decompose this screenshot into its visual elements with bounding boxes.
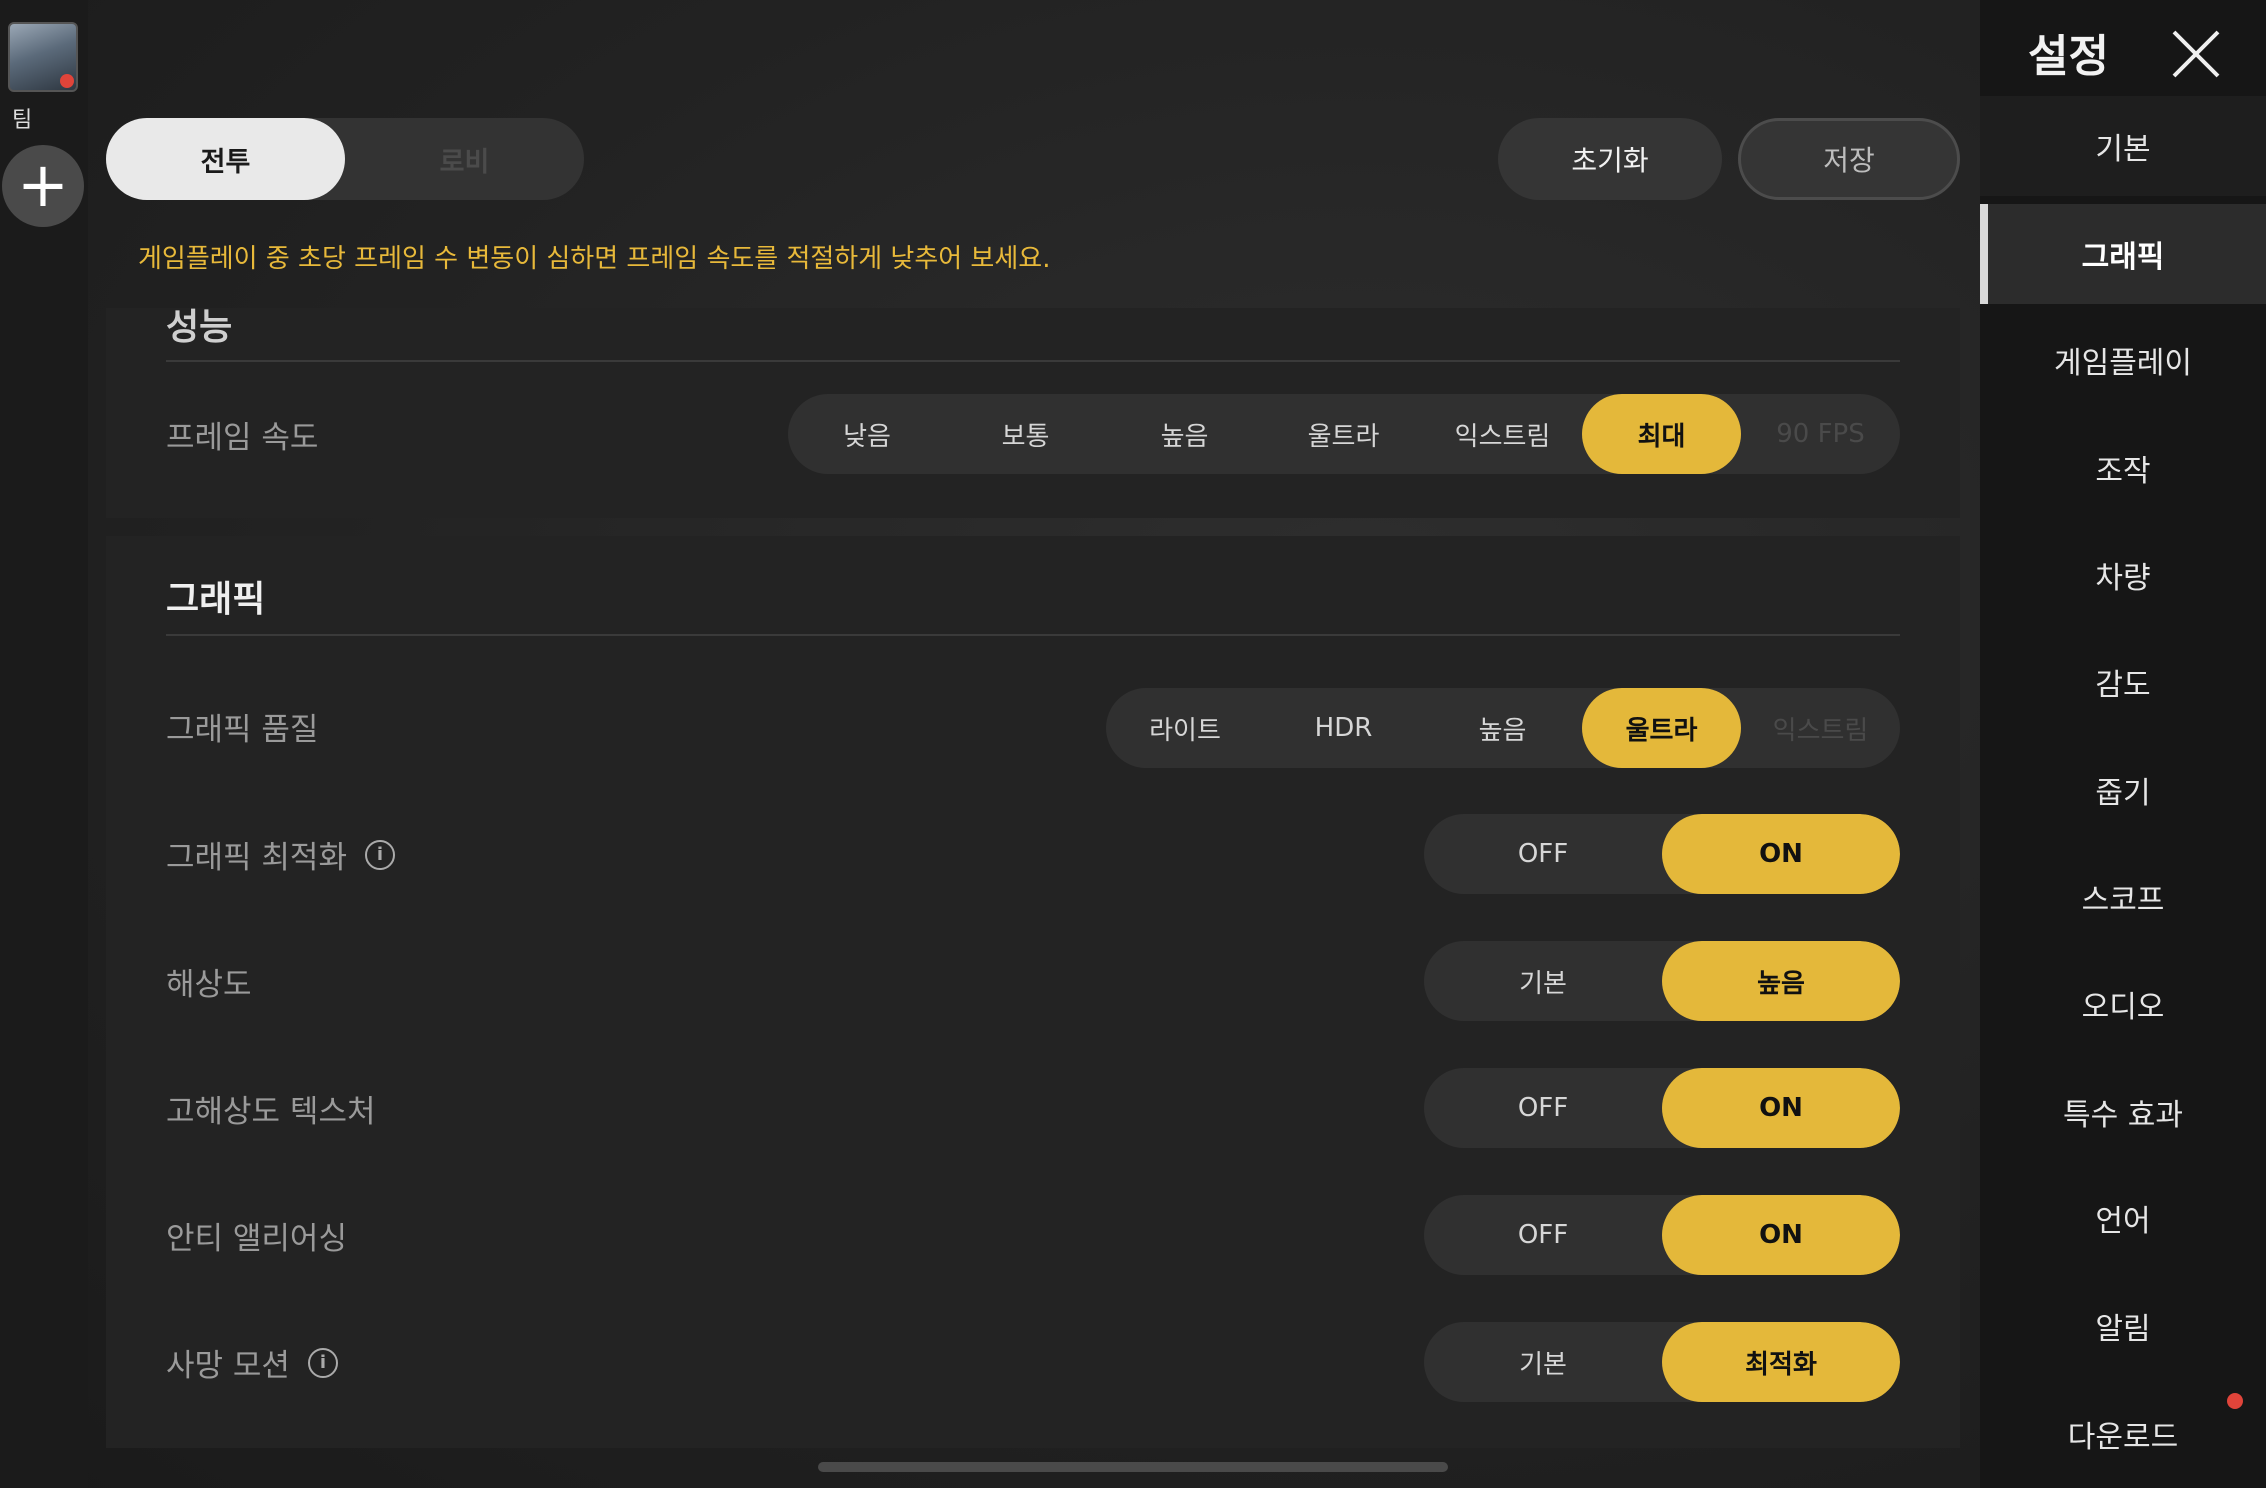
frame-rate-option[interactable]: 낮음: [788, 394, 946, 474]
frame-rate-option[interactable]: 익스트림: [1423, 394, 1582, 474]
graphics-quality-option-disabled: 익스트림: [1772, 715, 1869, 746]
divider: [166, 360, 1900, 362]
tab-lobby[interactable]: 로비: [345, 118, 584, 200]
sidebar-item-controls[interactable]: 조작: [1980, 418, 2266, 518]
save-button[interactable]: 저장: [1738, 118, 1960, 200]
resolution-toggle: 기본 높음: [1424, 941, 1900, 1021]
sidebar-item-effects[interactable]: 특수 효과: [1980, 1062, 2266, 1162]
death-motion-toggle: 기본 최적화: [1424, 1322, 1900, 1402]
sidebar-item-download[interactable]: 다운로드: [1980, 1384, 2266, 1484]
sidebar-item-audio[interactable]: 오디오: [1980, 954, 2266, 1054]
toggle-off[interactable]: OFF: [1424, 814, 1662, 894]
sidebar-item-scope[interactable]: 스코프: [1980, 847, 2266, 947]
toggle-off[interactable]: OFF: [1424, 1195, 1662, 1275]
frame-rate-label: 프레임 속도: [166, 420, 319, 456]
tab-battle[interactable]: 전투: [106, 118, 345, 200]
mode-toggle: 전투 로비: [106, 118, 584, 200]
frame-rate-option[interactable]: 보통: [946, 394, 1105, 474]
graphics-quality-selector: 라이트 HDR 높음 울트라 익스트림: [1106, 688, 1900, 768]
info-icon[interactable]: i: [364, 839, 395, 870]
close-icon[interactable]: [2170, 28, 2222, 80]
settings-title: 설정: [2028, 31, 2109, 82]
left-strip: 팀 +: [0, 0, 88, 1488]
toggle-on-selected[interactable]: ON: [1662, 1068, 1900, 1148]
death-motion-text: 사망 모션: [166, 1348, 290, 1384]
divider: [166, 634, 1900, 636]
team-label: 팀: [12, 108, 33, 133]
graphics-optimization-text: 그래픽 최적화: [166, 840, 347, 876]
add-button[interactable]: +: [2, 145, 84, 227]
resolution-label: 해상도: [166, 967, 252, 1003]
toggle-off[interactable]: OFF: [1424, 1068, 1662, 1148]
hd-texture-label: 고해상도 텍스처: [166, 1094, 376, 1130]
sidebar-item-language[interactable]: 언어: [1980, 1168, 2266, 1268]
graphics-optimization-label: 그래픽 최적화 i: [166, 832, 395, 877]
frame-rate-selector: 낮음 보통 높음 울트라 익스트림 최대 90 FPS: [788, 394, 1900, 474]
section-title-performance: 성능: [166, 307, 233, 348]
graphics-quality-label: 그래픽 품질: [166, 712, 319, 748]
frame-rate-option-disabled: 90 FPS: [1776, 419, 1865, 449]
anti-alias-toggle: OFF ON: [1424, 1195, 1900, 1275]
frame-rate-option[interactable]: 울트라: [1264, 394, 1423, 474]
sidebar-item-pickup[interactable]: 줍기: [1980, 740, 2266, 840]
toggle-on-selected[interactable]: ON: [1662, 1195, 1900, 1275]
anti-alias-label: 안티 앨리어싱: [166, 1221, 347, 1257]
notice-text: 게임플레이 중 초당 프레임 수 변동이 심하면 프레임 속도를 적절하게 낮추…: [138, 244, 1051, 274]
frame-rate-option[interactable]: 높음: [1105, 394, 1264, 474]
notification-dot: [2227, 1393, 2243, 1409]
sidebar-item-vehicle[interactable]: 차량: [1980, 525, 2266, 625]
sidebar-item-gameplay[interactable]: 게임플레이: [1980, 310, 2266, 410]
sidebar-item-graphics[interactable]: 그래픽: [1980, 204, 2266, 304]
info-icon[interactable]: i: [307, 1347, 338, 1378]
reset-button[interactable]: 초기화: [1498, 118, 1722, 200]
sidebar-item-notifications[interactable]: 알림: [1980, 1276, 2266, 1376]
death-motion-option[interactable]: 기본: [1424, 1322, 1662, 1402]
scroll-indicator[interactable]: [818, 1462, 1448, 1472]
graphics-quality-option[interactable]: 라이트: [1106, 688, 1264, 768]
resolution-option-selected[interactable]: 높음: [1662, 941, 1900, 1021]
resolution-option[interactable]: 기본: [1424, 941, 1662, 1021]
hd-texture-toggle: OFF ON: [1424, 1068, 1900, 1148]
frame-rate-option-selected[interactable]: 최대: [1582, 394, 1741, 474]
sidebar-item-basic[interactable]: 기본: [1980, 96, 2266, 196]
sidebar-item-sensitivity[interactable]: 감도: [1980, 632, 2266, 732]
graphics-quality-option-selected[interactable]: 울트라: [1582, 688, 1741, 768]
performance-panel: 성능 프레임 속도 낮음 보통 높음 울트라 익스트림 최대 90 FPS: [106, 307, 1960, 518]
avatar[interactable]: [8, 22, 78, 92]
graphics-quality-option[interactable]: 높음: [1423, 688, 1582, 768]
toggle-on-selected[interactable]: ON: [1662, 814, 1900, 894]
graphics-panel: 그래픽 그래픽 품질 라이트 HDR 높음 울트라 익스트림 그래픽 최적화 i…: [106, 536, 1960, 1448]
section-title-graphics: 그래픽: [166, 579, 266, 620]
graphics-optimization-toggle: OFF ON: [1424, 814, 1900, 894]
death-motion-option-selected[interactable]: 최적화: [1662, 1322, 1900, 1402]
death-motion-label: 사망 모션 i: [166, 1340, 338, 1385]
graphics-quality-option[interactable]: HDR: [1264, 688, 1423, 768]
